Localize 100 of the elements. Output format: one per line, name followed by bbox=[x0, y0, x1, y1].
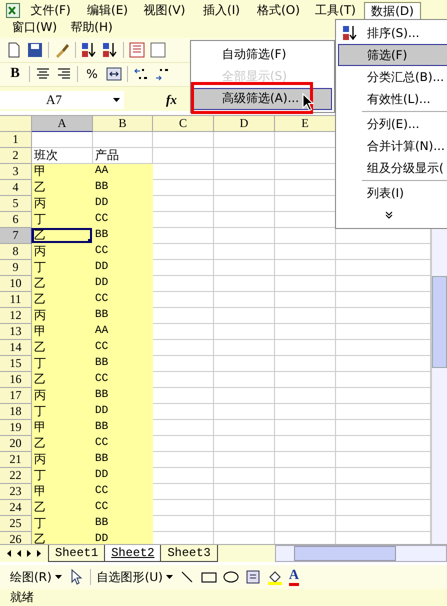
table-cell bbox=[153, 324, 214, 340]
table-cell bbox=[214, 420, 275, 436]
menu-item[interactable]: 组及分级显示( bbox=[338, 157, 447, 179]
row-header[interactable]: 1 bbox=[0, 132, 32, 148]
sort-descending-icon[interactable] bbox=[102, 42, 118, 58]
menu-item[interactable]: 窗口(W) bbox=[6, 19, 63, 36]
row-header[interactable]: 2 bbox=[0, 148, 32, 164]
menu-item[interactable]: 工具(T) bbox=[307, 2, 364, 19]
table-cell bbox=[214, 260, 275, 276]
text-box-icon[interactable] bbox=[244, 569, 261, 586]
menu-item[interactable]: 视图(V) bbox=[136, 2, 193, 19]
column-header[interactable]: C bbox=[153, 116, 214, 132]
column-header[interactable]: D bbox=[214, 116, 275, 132]
percent-button[interactable]: % bbox=[83, 65, 101, 84]
row-header[interactable]: 7 bbox=[0, 228, 32, 244]
sheet-tab[interactable]: Sheet1 bbox=[48, 545, 106, 562]
menu-item[interactable]: 列表(I) bbox=[338, 182, 447, 204]
row-header[interactable]: 5 bbox=[0, 196, 32, 212]
bold-button[interactable]: B bbox=[6, 65, 24, 84]
menu-item[interactable]: 插入(I) bbox=[193, 2, 250, 19]
font-color-button[interactable]: A bbox=[288, 568, 299, 586]
chart-icon[interactable] bbox=[129, 42, 145, 58]
table-cell bbox=[153, 452, 214, 468]
row-header[interactable]: 4 bbox=[0, 180, 32, 196]
fill-color-icon[interactable] bbox=[266, 569, 283, 586]
expand-chevron-icon[interactable] bbox=[385, 211, 393, 219]
row-header[interactable]: 15 bbox=[0, 356, 32, 372]
row-header[interactable]: 12 bbox=[0, 308, 32, 324]
row-header[interactable]: 17 bbox=[0, 388, 32, 404]
menu-item[interactable]: 自动筛选(F) bbox=[193, 43, 332, 66]
row-header[interactable]: 16 bbox=[0, 372, 32, 388]
row-header[interactable]: 10 bbox=[0, 276, 32, 292]
caret-icon[interactable] bbox=[54, 575, 62, 580]
table-cell bbox=[214, 132, 275, 148]
table-cell bbox=[153, 516, 214, 532]
sort-icon[interactable] bbox=[342, 25, 358, 41]
table-cell bbox=[214, 180, 275, 196]
row-header[interactable]: 11 bbox=[0, 292, 32, 308]
row-header[interactable]: 13 bbox=[0, 324, 32, 340]
caret-icon[interactable] bbox=[112, 98, 120, 102]
row-header[interactable]: 14 bbox=[0, 340, 32, 356]
row-header[interactable]: 25 bbox=[0, 516, 32, 532]
table-cell: CC bbox=[93, 212, 153, 228]
menu-item[interactable]: 编辑(E) bbox=[79, 2, 136, 19]
row-header[interactable]: 18 bbox=[0, 404, 32, 420]
menu-item[interactable]: 文件(F) bbox=[22, 2, 79, 19]
table-cell bbox=[275, 244, 336, 260]
menu-item[interactable]: 分列(E)... bbox=[338, 113, 447, 135]
column-header[interactable]: B bbox=[93, 116, 153, 132]
row-header[interactable]: 20 bbox=[0, 436, 32, 452]
spreadsheet-app-icon[interactable] bbox=[6, 3, 20, 18]
menu-item[interactable]: 排序(S)... bbox=[338, 22, 447, 44]
function-label[interactable]: fx bbox=[166, 92, 177, 108]
square-icon[interactable] bbox=[150, 42, 166, 58]
menu-item[interactable]: 帮助(H) bbox=[63, 19, 120, 36]
row-header[interactable]: 24 bbox=[0, 500, 32, 516]
table-cell: DD bbox=[93, 260, 153, 276]
column-header[interactable]: E bbox=[275, 116, 336, 132]
sort-ascending-icon[interactable] bbox=[81, 42, 97, 58]
table-cell: DD bbox=[93, 276, 153, 292]
table-cell bbox=[214, 452, 275, 468]
row-header[interactable]: 9 bbox=[0, 260, 32, 276]
decrease-decimal-icon[interactable] bbox=[154, 66, 170, 82]
table-cell bbox=[153, 148, 214, 164]
row-header[interactable]: 19 bbox=[0, 420, 32, 436]
menu-item[interactable]: 高级筛选(A)... bbox=[193, 88, 332, 110]
name-box[interactable]: A7 bbox=[0, 90, 108, 109]
table-cell: BB bbox=[93, 388, 153, 404]
column-header[interactable]: A bbox=[32, 116, 93, 132]
menu-item[interactable]: 格式(O) bbox=[250, 2, 307, 19]
row-header[interactable]: 3 bbox=[0, 164, 32, 180]
row-header[interactable]: 23 bbox=[0, 484, 32, 500]
table-cell: BB bbox=[93, 452, 153, 468]
save-icon[interactable] bbox=[27, 42, 43, 58]
table-cell: 甲 bbox=[32, 484, 93, 500]
table-cell: 丙 bbox=[32, 196, 93, 212]
caret-icon[interactable] bbox=[166, 575, 173, 580]
row-header[interactable]: 22 bbox=[0, 468, 32, 484]
draw-menu-button[interactable]: 绘图(R) bbox=[10, 568, 62, 586]
paintbrush-icon[interactable] bbox=[54, 42, 70, 58]
menu-item[interactable]: 筛选(F) bbox=[338, 44, 447, 66]
table-cell bbox=[214, 308, 275, 324]
sheet-tab[interactable]: Sheet3 bbox=[160, 545, 218, 562]
row-header[interactable]: 26 bbox=[0, 532, 32, 544]
menu-item[interactable]: 有效性(L)... bbox=[338, 88, 447, 110]
row-header[interactable]: 21 bbox=[0, 452, 32, 468]
ellipse-icon[interactable] bbox=[222, 569, 239, 586]
autoshapes-button[interactable]: 自选图形(U) bbox=[96, 568, 173, 586]
menu-item[interactable]: 数据(D) bbox=[364, 2, 421, 19]
new-document-icon[interactable] bbox=[6, 42, 22, 58]
sheet-tab[interactable]: Sheet2 bbox=[104, 545, 162, 562]
merge-cells-icon[interactable] bbox=[106, 66, 122, 82]
row-header[interactable]: 6 bbox=[0, 212, 32, 228]
row-header[interactable]: 8 bbox=[0, 244, 32, 260]
table-cell bbox=[275, 292, 336, 308]
horizontal-scrollbar[interactable] bbox=[275, 545, 447, 562]
menu-item[interactable]: 合并计算(N)... bbox=[338, 135, 447, 157]
table-cell bbox=[153, 308, 214, 324]
menu-item[interactable]: 分类汇总(B)... bbox=[338, 66, 447, 88]
table-cell bbox=[214, 436, 275, 452]
